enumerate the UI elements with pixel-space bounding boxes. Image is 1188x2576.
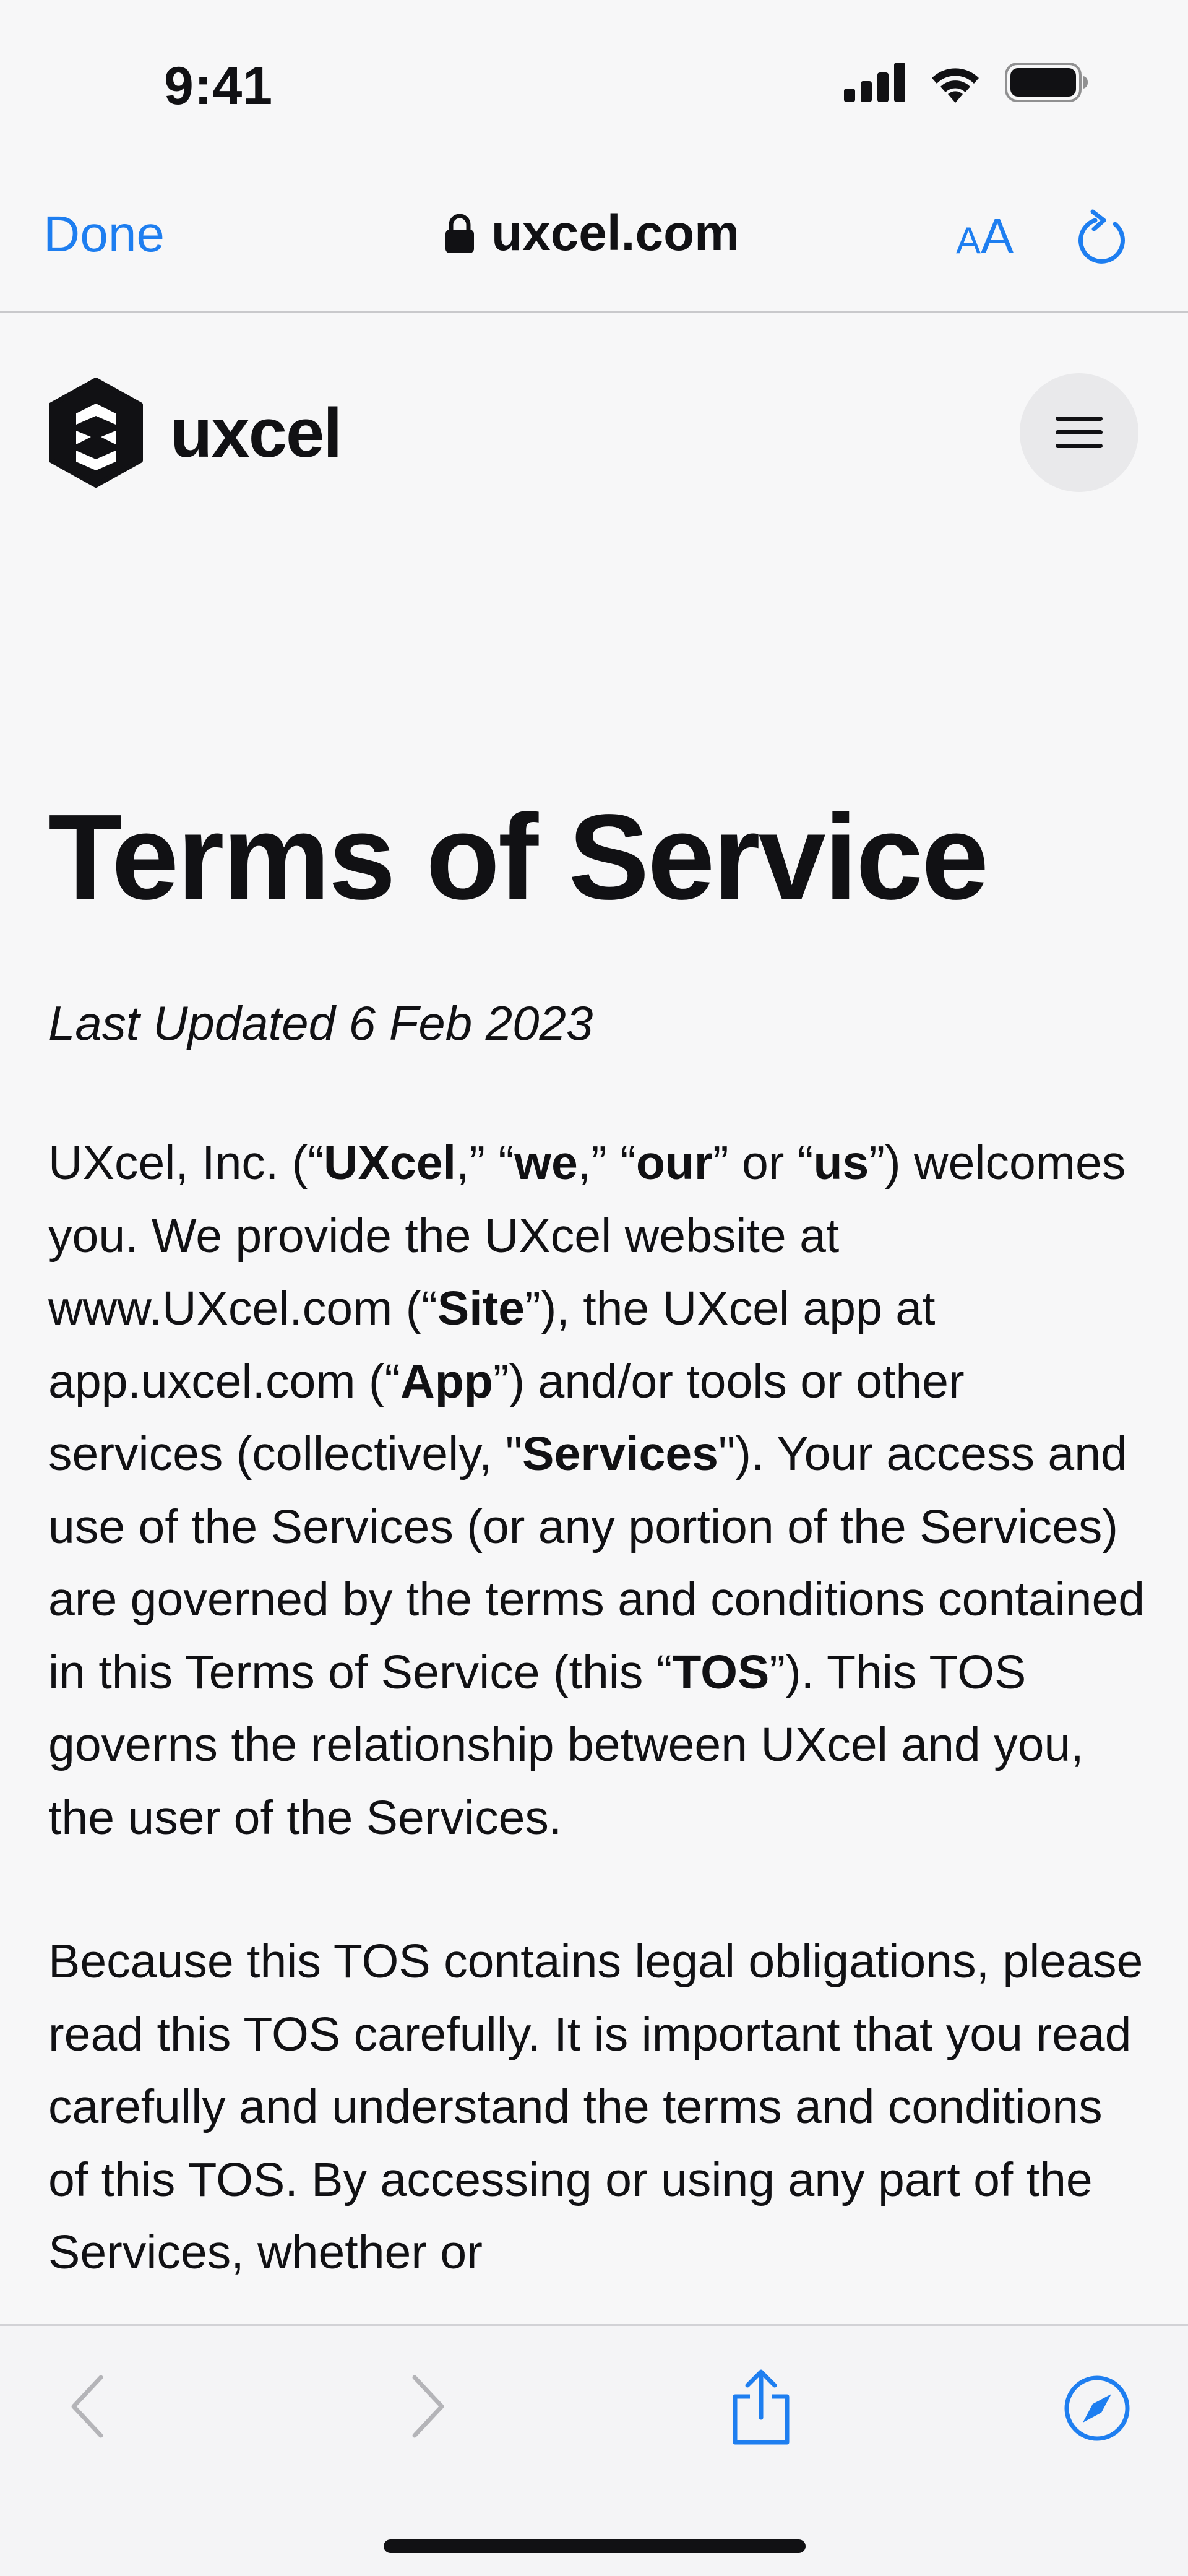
lock-icon — [446, 214, 474, 253]
address-bar[interactable]: uxcel.com — [446, 204, 739, 262]
chevron-left-icon — [71, 2375, 103, 2438]
text-size-big-glyph: A — [981, 209, 1014, 264]
bold-term: TOS — [672, 1645, 770, 1699]
bold-term: App — [400, 1354, 493, 1408]
text-size-button[interactable]: AA — [956, 208, 1014, 265]
browser-bottom-toolbar — [0, 2324, 1188, 2576]
bold-term: we — [514, 1136, 578, 1190]
page-title: Terms of Service — [48, 789, 989, 925]
status-bar: 9:41 — [0, 0, 1188, 173]
url-text: uxcel.com — [491, 205, 740, 261]
text-run: ,” “ — [577, 1136, 636, 1190]
status-time: 9:41 — [164, 56, 273, 116]
done-button[interactable]: Done — [43, 205, 165, 264]
browser-top-bar: Done uxcel.com AA — [0, 186, 1188, 313]
tabs-compass-button[interactable] — [1063, 2374, 1131, 2445]
compass-icon — [1064, 2375, 1130, 2441]
bold-term: Site — [437, 1282, 525, 1335]
bold-term: UXcel — [323, 1136, 456, 1190]
bold-term: us — [813, 1136, 869, 1190]
text-run: UXcel, Inc. (“ — [48, 1136, 324, 1190]
share-button[interactable] — [729, 2369, 793, 2449]
battery-icon — [1005, 63, 1088, 102]
reload-icon — [1078, 209, 1125, 264]
hamburger-menu-icon — [1056, 417, 1103, 448]
bold-term: our — [635, 1136, 713, 1190]
menu-button[interactable] — [1020, 373, 1138, 492]
text-size-small-glyph: A — [956, 220, 981, 261]
forward-button[interactable] — [407, 2372, 450, 2444]
bold-term: Services — [522, 1427, 718, 1480]
last-updated-date: Last Updated 6 Feb 2023 — [48, 996, 593, 1050]
terms-content: Terms of Service Last Updated 6 Feb 2023… — [48, 786, 1150, 2289]
uxcel-logo[interactable]: uxcel — [46, 378, 342, 488]
back-button[interactable] — [65, 2372, 108, 2444]
site-header: uxcel — [0, 347, 1188, 495]
share-icon — [733, 2369, 790, 2445]
status-icons — [844, 62, 1089, 103]
wifi-icon — [932, 68, 979, 103]
text-run: ” or “ — [712, 1136, 814, 1190]
cellular-signal-icon — [844, 63, 905, 102]
intro-paragraph: UXcel, Inc. (“UXcel,” “we,” “our” or “us… — [48, 1127, 1150, 1854]
home-indicator — [384, 2539, 806, 2553]
chevron-right-icon — [412, 2375, 444, 2438]
reload-button[interactable] — [1077, 208, 1132, 270]
obligations-paragraph: Because this TOS contains legal obligati… — [48, 1935, 1143, 2279]
logo-text: uxcel — [170, 394, 342, 472]
uxcel-logo-icon — [49, 378, 143, 488]
screen: 9:41 Done uxcel.com AA uxcel Terms of Se… — [0, 0, 1188, 2576]
text-run: ,” “ — [455, 1136, 515, 1190]
